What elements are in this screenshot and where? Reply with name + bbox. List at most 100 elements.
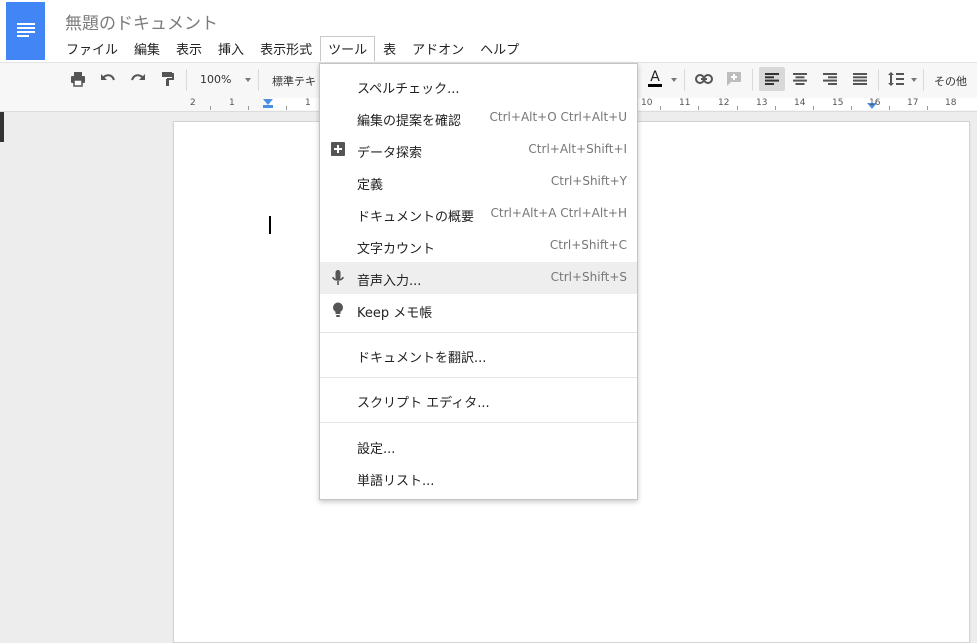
menu-item-define[interactable]: 定義 Ctrl+Shift+Y xyxy=(320,166,637,198)
print-icon[interactable] xyxy=(67,68,89,90)
menu-file[interactable]: ファイル xyxy=(58,36,126,60)
menu-item-shortcut: Ctrl+Shift+C xyxy=(549,238,627,252)
menu-view[interactable]: 表示 xyxy=(168,36,210,60)
menu-tools[interactable]: ツール xyxy=(320,36,376,62)
menu-item-voice-typing[interactable]: 音声入力... Ctrl+Shift+S xyxy=(320,262,637,294)
menu-item-label: Keep メモ帳 xyxy=(357,306,433,321)
align-right-icon[interactable] xyxy=(819,68,841,90)
explore-plus-icon xyxy=(331,142,345,158)
ruler-tick-label: 12 xyxy=(718,98,730,108)
align-left-icon[interactable] xyxy=(759,67,785,91)
align-center-icon[interactable] xyxy=(789,68,811,90)
menu-item-label: 音声入力... xyxy=(357,274,422,289)
menu-item-document-outline[interactable]: ドキュメントの概要 Ctrl+Alt+A Ctrl+Alt+H xyxy=(320,198,637,230)
menu-item-script-editor[interactable]: スクリプト エディタ... xyxy=(320,384,637,416)
menu-item-word-list[interactable]: 単語リスト... xyxy=(320,462,637,494)
menu-item-keep-notepad[interactable]: Keep メモ帳 xyxy=(320,294,637,326)
chevron-down-icon[interactable] xyxy=(911,78,917,82)
undo-icon[interactable] xyxy=(97,68,119,90)
more-button[interactable]: その他 xyxy=(934,73,967,89)
ruler-tick-label: 2 xyxy=(190,98,196,108)
header: 無題のドキュメント ファイル 編集 表示 挿入 表示形式 ツール 表 アドオン … xyxy=(0,0,977,62)
ruler-tick-label: 1 xyxy=(305,98,311,108)
ruler-tick-label: 13 xyxy=(756,98,768,108)
toolbar-divider xyxy=(878,69,879,91)
menu-format[interactable]: 表示形式 xyxy=(252,36,320,60)
menu-item-preferences[interactable]: 設定... xyxy=(320,430,637,462)
add-comment-icon[interactable] xyxy=(723,68,745,90)
menu-help[interactable]: ヘルプ xyxy=(472,36,527,60)
menu-item-label: 文字カウント xyxy=(357,242,436,257)
window-edge xyxy=(0,112,4,142)
ruler-tick-label: 1 xyxy=(229,98,235,108)
ruler-tick-label: 10 xyxy=(641,98,653,108)
ruler-tick-label: 16 xyxy=(869,98,881,108)
menu-item-label: 設定... xyxy=(357,442,396,457)
menu-item-shortcut: Ctrl+Shift+Y xyxy=(550,174,627,188)
ruler-tick xyxy=(698,106,699,110)
menu-edit[interactable]: 編集 xyxy=(126,36,168,60)
menu-item-label: データ探索 xyxy=(357,146,423,161)
chevron-down-icon xyxy=(245,78,252,82)
toolbar-divider xyxy=(186,69,187,91)
ruler-tick xyxy=(248,106,249,110)
tools-menu-dropdown: スペルチェック... 編集の提案を確認 Ctrl+Alt+O Ctrl+Alt+… xyxy=(319,63,638,500)
zoom-value: 100% xyxy=(200,73,232,86)
menu-item-spellcheck[interactable]: スペルチェック... xyxy=(320,70,637,102)
ruler-tick xyxy=(813,106,814,110)
menu-item-word-count[interactable]: 文字カウント Ctrl+Shift+C xyxy=(320,230,637,262)
style-select[interactable]: 標準テキ xyxy=(272,73,316,89)
toolbar-divider xyxy=(684,69,685,91)
menu-item-shortcut: Ctrl+Alt+O Ctrl+Alt+U xyxy=(489,110,627,124)
menu-item-label: 定義 xyxy=(357,178,384,193)
ruler-tick-label: 17 xyxy=(907,98,919,108)
ruler-tick xyxy=(286,106,287,110)
ruler-tick-label: 14 xyxy=(794,98,806,108)
toolbar-divider xyxy=(923,69,924,91)
microphone-icon xyxy=(331,270,345,286)
ruler-tick xyxy=(210,106,211,110)
menu-item-label: ドキュメントの概要 xyxy=(357,210,475,225)
ruler-tick-label: 15 xyxy=(832,98,844,108)
menu-item-shortcut: Ctrl+Alt+Shift+I xyxy=(528,142,627,156)
ruler-tick-label: 11 xyxy=(679,98,691,108)
menu-insert[interactable]: 挿入 xyxy=(210,36,252,60)
menu-item-label: スクリプト エディタ... xyxy=(357,396,490,411)
menu-item-shortcut: Ctrl+Alt+A Ctrl+Alt+H xyxy=(490,206,627,220)
toolbar-divider xyxy=(752,69,753,91)
line-spacing-icon[interactable] xyxy=(885,68,907,90)
text-color-button[interactable]: A xyxy=(644,67,666,89)
menu-item-review-suggestions[interactable]: 編集の提案を確認 Ctrl+Alt+O Ctrl+Alt+U xyxy=(320,102,637,134)
menu-item-label: 単語リスト... xyxy=(357,474,435,489)
ruler-tick xyxy=(851,106,852,110)
menu-table[interactable]: 表 xyxy=(375,36,404,60)
chevron-down-icon[interactable] xyxy=(671,78,677,82)
zoom-select[interactable]: 100% xyxy=(200,73,252,86)
menu-item-translate-document[interactable]: ドキュメントを翻訳... xyxy=(320,339,637,371)
ruler-tick xyxy=(927,106,928,110)
menu-item-explore[interactable]: データ探索 Ctrl+Alt+Shift+I xyxy=(320,134,637,166)
menu-item-shortcut: Ctrl+Shift+S xyxy=(550,270,627,284)
menu-item-label: 編集の提案を確認 xyxy=(357,114,462,129)
menu-divider xyxy=(320,332,637,333)
docs-logo-icon[interactable] xyxy=(6,2,45,60)
menu-addons[interactable]: アドオン xyxy=(404,36,472,60)
menu-divider xyxy=(320,422,637,423)
ruler-tick xyxy=(889,106,890,110)
menu-divider xyxy=(320,377,637,378)
link-icon[interactable] xyxy=(693,68,715,90)
menubar: ファイル 編集 表示 挿入 表示形式 ツール 表 アドオン ヘルプ xyxy=(58,36,527,62)
ruler-tick xyxy=(660,106,661,110)
text-color-letter: A xyxy=(648,68,662,87)
ruler-tick xyxy=(775,106,776,110)
ruler-tick xyxy=(737,106,738,110)
lightbulb-icon xyxy=(331,302,345,318)
align-justify-icon[interactable] xyxy=(849,68,871,90)
left-indent-marker[interactable] xyxy=(263,105,273,108)
menu-item-label: スペルチェック... xyxy=(357,82,460,97)
toolbar-divider xyxy=(258,69,259,91)
document-title[interactable]: 無題のドキュメント xyxy=(65,9,218,34)
menu-item-label: ドキュメントを翻訳... xyxy=(357,351,487,366)
paint-format-icon[interactable] xyxy=(157,68,179,90)
redo-icon[interactable] xyxy=(127,68,149,90)
